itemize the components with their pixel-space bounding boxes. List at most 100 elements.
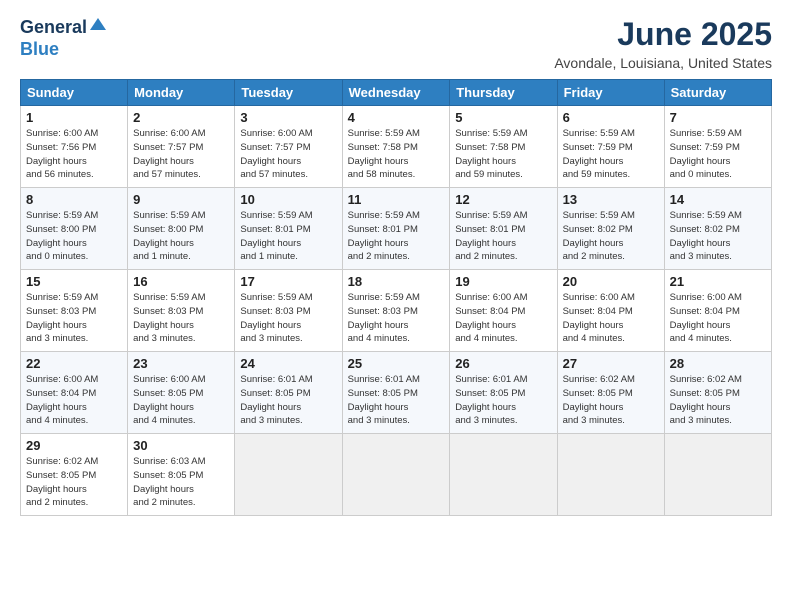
day-info: Sunrise: 6:00 AMSunset: 8:05 PMDaylight … <box>133 373 229 428</box>
day-number: 10 <box>240 192 336 207</box>
table-row: 28 Sunrise: 6:02 AMSunset: 8:05 PMDayligh… <box>664 352 771 434</box>
day-info: Sunrise: 6:00 AMSunset: 8:04 PMDaylight … <box>563 291 659 346</box>
col-thursday: Thursday <box>450 80 557 106</box>
table-row: 23Sunrise: 6:00 AMSunset: 8:05 PMDayligh… <box>128 352 235 434</box>
day-info: Sunrise: 5:59 AMSunset: 8:01 PMDaylight … <box>455 209 551 264</box>
day-number: 14 <box>670 192 766 207</box>
day-info: Sunrise: 6:00 AMSunset: 8:04 PMDaylight … <box>455 291 551 346</box>
table-row: 24 Sunrise: 6:01 AMSunset: 8:05 PMDayligh… <box>235 352 342 434</box>
day-info: Sunrise: 5:59 AMSunset: 8:03 PMDaylight … <box>240 291 336 346</box>
calendar-week-5: 29 Sunrise: 6:02 AMSunset: 8:05 PMDayligh… <box>21 434 772 516</box>
table-row: 2 Sunrise: 6:00 AMSunset: 7:57 PMDaylight… <box>128 106 235 188</box>
table-row: 15Sunrise: 5:59 AMSunset: 8:03 PMDayligh… <box>21 270 128 352</box>
header: General Blue June 2025 Avondale, Louisia… <box>20 16 772 71</box>
title-area: June 2025 Avondale, Louisiana, United St… <box>554 16 772 71</box>
day-info: Sunrise: 5:59 AMSunset: 8:03 PMDaylight … <box>348 291 445 346</box>
day-number: 4 <box>348 110 445 125</box>
day-info: Sunrise: 6:00 AMSunset: 7:57 PMDaylight … <box>133 127 229 182</box>
table-row: 14 Sunrise: 5:59 AMSunset: 8:02 PMDayligh… <box>664 188 771 270</box>
month-title: June 2025 <box>554 16 772 53</box>
day-info: Sunrise: 6:02 AMSunset: 8:05 PMDaylight … <box>563 373 659 428</box>
logo-general: General <box>20 17 87 38</box>
logo-icon <box>89 16 107 34</box>
table-row: 4 Sunrise: 5:59 AMSunset: 7:58 PMDaylight… <box>342 106 450 188</box>
calendar-week-3: 15 Sunrise: 5:59 AMSunset: 8:03 PMDayligh… <box>21 270 772 352</box>
day-info: Sunrise: 6:00 AMSunset: 7:56 PMDaylight … <box>26 127 122 182</box>
location: Avondale, Louisiana, United States <box>554 55 772 71</box>
calendar-week-1: 1 Sunrise: 6:00 AMSunset: 7:56 PMDaylight… <box>21 106 772 188</box>
table-row: 10 Sunrise: 5:59 AMSunset: 8:01 PMDayligh… <box>235 188 342 270</box>
day-info: Sunrise: 6:02 AMSunset: 8:05 PMDaylight … <box>670 373 766 428</box>
day-info: Sunrise: 6:02 AMSunset: 8:05 PMDaylight … <box>26 455 122 510</box>
day-number: 2 <box>133 110 229 125</box>
day-number: 18 <box>348 274 445 289</box>
day-info: Sunrise: 5:59 AMSunset: 8:01 PMDaylight … <box>240 209 336 264</box>
day-info: Sunrise: 5:59 AMSunset: 7:58 PMDaylight … <box>348 127 445 182</box>
table-row <box>664 434 771 516</box>
table-row: 9 Sunrise: 5:59 AMSunset: 8:00 PMDaylight… <box>128 188 235 270</box>
day-number: 25 <box>348 356 445 371</box>
day-number: 22 <box>26 356 122 371</box>
day-number: 27 <box>563 356 659 371</box>
table-row: 19 Sunrise: 6:00 AMSunset: 8:04 PMDayligh… <box>450 270 557 352</box>
table-row: 21Sunrise: 6:00 AMSunset: 8:04 PMDayligh… <box>664 270 771 352</box>
logo: General Blue <box>20 16 107 60</box>
table-row: 16Sunrise: 5:59 AMSunset: 8:03 PMDayligh… <box>128 270 235 352</box>
day-number: 16 <box>133 274 229 289</box>
table-row: 29 Sunrise: 6:02 AMSunset: 8:05 PMDayligh… <box>21 434 128 516</box>
day-info: Sunrise: 6:00 AMSunset: 8:04 PMDaylight … <box>26 373 122 428</box>
col-saturday: Saturday <box>664 80 771 106</box>
table-row: 5 Sunrise: 5:59 AMSunset: 7:58 PMDaylight… <box>450 106 557 188</box>
day-info: Sunrise: 5:59 AMSunset: 8:00 PMDaylight … <box>26 209 122 264</box>
day-number: 12 <box>455 192 551 207</box>
day-number: 5 <box>455 110 551 125</box>
day-number: 24 <box>240 356 336 371</box>
table-row: 7 Sunrise: 5:59 AMSunset: 7:59 PMDaylight… <box>664 106 771 188</box>
col-monday: Monday <box>128 80 235 106</box>
day-number: 28 <box>670 356 766 371</box>
day-number: 15 <box>26 274 122 289</box>
page: General Blue June 2025 Avondale, Louisia… <box>0 0 792 612</box>
table-row: 12 Sunrise: 5:59 AMSunset: 8:01 PMDayligh… <box>450 188 557 270</box>
table-row <box>450 434 557 516</box>
calendar-week-2: 8 Sunrise: 5:59 AMSunset: 8:00 PMDaylight… <box>21 188 772 270</box>
col-sunday: Sunday <box>21 80 128 106</box>
table-row: 18 Sunrise: 5:59 AMSunset: 8:03 PMDayligh… <box>342 270 450 352</box>
day-number: 11 <box>348 192 445 207</box>
table-row: 30 Sunrise: 6:03 AMSunset: 8:05 PMDayligh… <box>128 434 235 516</box>
table-row: 25Sunrise: 6:01 AMSunset: 8:05 PMDayligh… <box>342 352 450 434</box>
col-tuesday: Tuesday <box>235 80 342 106</box>
day-info: Sunrise: 5:59 AMSunset: 8:02 PMDaylight … <box>670 209 766 264</box>
day-number: 9 <box>133 192 229 207</box>
table-row: 6Sunrise: 5:59 AMSunset: 7:59 PMDaylight… <box>557 106 664 188</box>
table-row: 8 Sunrise: 5:59 AMSunset: 8:00 PMDaylight… <box>21 188 128 270</box>
day-number: 1 <box>26 110 122 125</box>
day-number: 17 <box>240 274 336 289</box>
day-info: Sunrise: 5:59 AMSunset: 7:59 PMDaylight … <box>670 127 766 182</box>
table-row: 13 Sunrise: 5:59 AMSunset: 8:02 PMDayligh… <box>557 188 664 270</box>
day-number: 20 <box>563 274 659 289</box>
day-number: 21 <box>670 274 766 289</box>
day-number: 8 <box>26 192 122 207</box>
table-row: 20 Sunrise: 6:00 AMSunset: 8:04 PMDayligh… <box>557 270 664 352</box>
table-row: 17 Sunrise: 5:59 AMSunset: 8:03 PMDayligh… <box>235 270 342 352</box>
day-info: Sunrise: 5:59 AMSunset: 8:01 PMDaylight … <box>348 209 445 264</box>
table-row <box>235 434 342 516</box>
day-info: Sunrise: 5:59 AMSunset: 7:59 PMDaylight … <box>563 127 659 182</box>
day-number: 7 <box>670 110 766 125</box>
col-wednesday: Wednesday <box>342 80 450 106</box>
day-number: 26 <box>455 356 551 371</box>
day-number: 30 <box>133 438 229 453</box>
calendar: Sunday Monday Tuesday Wednesday Thursday… <box>20 79 772 516</box>
day-info: Sunrise: 6:03 AMSunset: 8:05 PMDaylight … <box>133 455 229 510</box>
day-number: 19 <box>455 274 551 289</box>
day-info: Sunrise: 6:01 AMSunset: 8:05 PMDaylight … <box>240 373 336 428</box>
day-info: Sunrise: 5:59 AMSunset: 7:58 PMDaylight … <box>455 127 551 182</box>
table-row: 1 Sunrise: 6:00 AMSunset: 7:56 PMDaylight… <box>21 106 128 188</box>
day-info: Sunrise: 5:59 AMSunset: 8:02 PMDaylight … <box>563 209 659 264</box>
day-number: 29 <box>26 438 122 453</box>
day-info: Sunrise: 5:59 AMSunset: 8:00 PMDaylight … <box>133 209 229 264</box>
table-row: 26Sunrise: 6:01 AMSunset: 8:05 PMDayligh… <box>450 352 557 434</box>
calendar-week-4: 22 Sunrise: 6:00 AMSunset: 8:04 PMDayligh… <box>21 352 772 434</box>
day-number: 13 <box>563 192 659 207</box>
